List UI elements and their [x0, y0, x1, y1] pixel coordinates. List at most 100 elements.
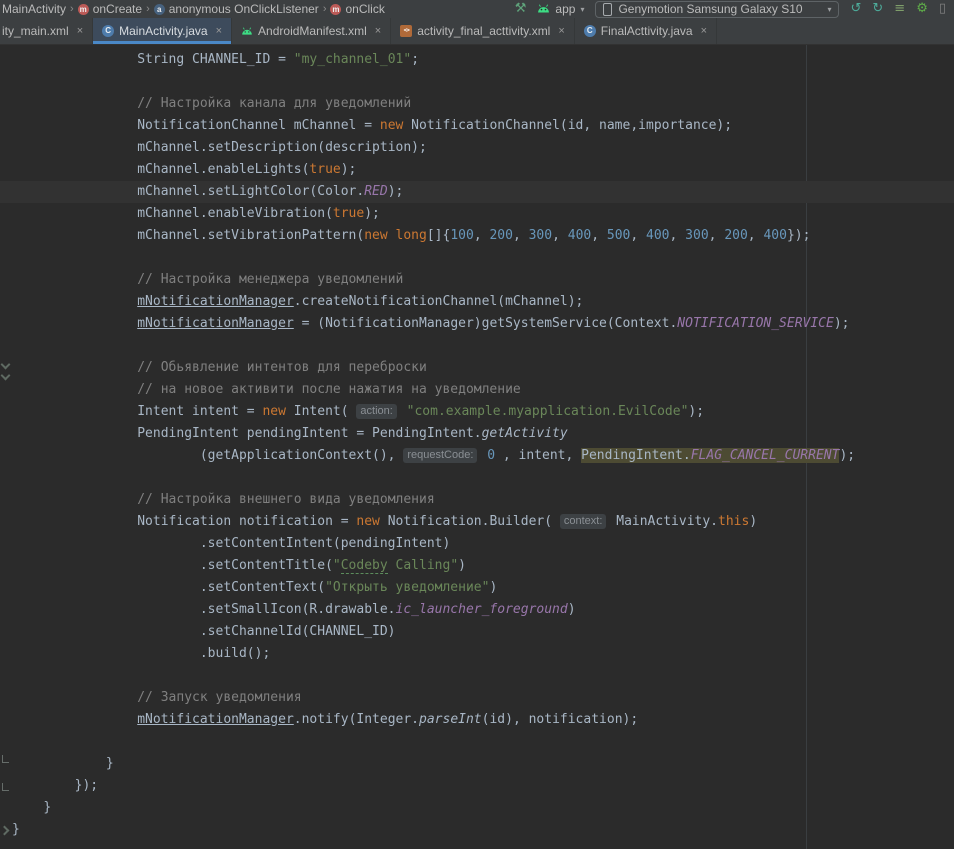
- code-line[interactable]: mChannel.setLightColor(Color.RED);: [0, 181, 954, 203]
- breadcrumb-label: onCreate: [93, 2, 142, 16]
- code-line[interactable]: // Обьявление интентов для переброски: [12, 357, 954, 379]
- code-line[interactable]: mNotificationManager.notify(Integer.pars…: [12, 709, 954, 731]
- apply-changes-icon[interactable]: ↺: [850, 1, 861, 17]
- code-line[interactable]: }: [12, 819, 954, 841]
- code-token: // Настройка канала для уведомлений: [137, 96, 411, 111]
- tab-label: AndroidManifest.xml: [258, 24, 367, 38]
- code-token: );: [364, 206, 380, 221]
- tab-close-icon[interactable]: ×: [216, 25, 222, 37]
- code-line[interactable]: .setSmallIcon(R.drawable.ic_launcher_for…: [12, 599, 954, 621]
- code-editor[interactable]: String CHANNEL_ID = "my_channel_01"; // …: [0, 45, 954, 849]
- code-line[interactable]: mChannel.enableVibration(true);: [12, 203, 954, 225]
- fold-marker-icon[interactable]: [2, 361, 9, 368]
- code-line[interactable]: });: [12, 775, 954, 797]
- code-line[interactable]: [12, 335, 954, 357]
- code-line[interactable]: }: [12, 753, 954, 775]
- code-token: // Запуск уведомления: [137, 690, 301, 705]
- code-area[interactable]: String CHANNEL_ID = "my_channel_01"; // …: [0, 45, 954, 841]
- code-line[interactable]: // Запуск уведомления: [12, 687, 954, 709]
- code-token: 500: [607, 228, 630, 243]
- breadcrumb-item-anonymous-onclicklistener[interactable]: aanonymous OnClickListener: [154, 2, 319, 16]
- code-token: true: [333, 206, 364, 221]
- code-token: );: [839, 448, 855, 463]
- code-line[interactable]: mNotificationManager.createNotificationC…: [12, 291, 954, 313]
- code-token: 200: [724, 228, 747, 243]
- code-token: .createNotificationChannel(mChannel);: [294, 294, 584, 309]
- code-line[interactable]: mChannel.enableLights(true);: [12, 159, 954, 181]
- profiler-icon[interactable]: ≡: [894, 1, 905, 17]
- navigation-bar: MainActivity›monCreate›aanonymous OnClic…: [0, 0, 954, 18]
- code-line[interactable]: }: [12, 797, 954, 819]
- code-line[interactable]: (getApplicationContext(), requestCode: 0…: [12, 445, 954, 467]
- code-line[interactable]: NotificationChannel mChannel = new Notif…: [12, 115, 954, 137]
- tab-androidmanifest-xml[interactable]: AndroidManifest.xml ×: [232, 18, 391, 44]
- code-line[interactable]: mChannel.setDescription(description);: [12, 137, 954, 159]
- code-line[interactable]: .setContentTitle("Codeby Calling"): [12, 555, 954, 577]
- code-token: (getApplicationContext(),: [200, 448, 404, 463]
- tab-activity-final-acttivity-xml[interactable]: <>activity_final_acttivity.xml×: [391, 18, 575, 44]
- code-token: mNotificationManager: [137, 294, 294, 309]
- code-token: mNotificationManager: [137, 712, 294, 727]
- build-hammer-icon[interactable]: ⚒: [515, 1, 527, 17]
- code-token: getActivity: [482, 426, 568, 441]
- code-line[interactable]: Intent intent = new Intent( action: "com…: [12, 401, 954, 423]
- code-line[interactable]: Notification notification = new Notifica…: [12, 511, 954, 533]
- code-token: });: [75, 778, 98, 793]
- code-token: ,: [552, 228, 568, 243]
- tab-close-icon[interactable]: ×: [701, 25, 707, 37]
- code-line[interactable]: .setContentText("Открыть уведомление"): [12, 577, 954, 599]
- run-config-dropdown[interactable]: app ▾: [537, 2, 584, 16]
- code-line[interactable]: .build();: [12, 643, 954, 665]
- indent: [12, 624, 200, 639]
- rerun-activity-icon[interactable]: ↻: [872, 1, 883, 17]
- code-line[interactable]: mNotificationManager = (NotificationMana…: [12, 313, 954, 335]
- code-token: );: [834, 316, 850, 331]
- code-token: ,: [748, 228, 764, 243]
- tab-ity-main-xml[interactable]: ity_main.xml×: [0, 18, 93, 44]
- tab-close-icon[interactable]: ×: [77, 25, 83, 37]
- code-line[interactable]: // Настройка канала для уведомлений: [12, 93, 954, 115]
- breadcrumb-item-mainactivity[interactable]: MainActivity: [2, 2, 66, 16]
- run-config-label: app: [555, 2, 575, 16]
- gear-icon[interactable]: ⚙: [916, 1, 928, 17]
- fold-marker-icon[interactable]: [2, 372, 9, 379]
- code-line[interactable]: String CHANNEL_ID = "my_channel_01";: [12, 49, 954, 71]
- code-token: [399, 404, 407, 419]
- code-line[interactable]: PendingIntent pendingIntent = PendingInt…: [12, 423, 954, 445]
- code-line[interactable]: // на новое активити после нажатия на ув…: [12, 379, 954, 401]
- method-icon: m: [330, 4, 341, 15]
- code-line[interactable]: // Настройка внешнего вида уведомления: [12, 489, 954, 511]
- code-line[interactable]: .setChannelId(CHANNEL_ID): [12, 621, 954, 643]
- device-explorer-icon[interactable]: ▯: [939, 1, 946, 17]
- code-line[interactable]: [12, 731, 954, 753]
- breadcrumb-item-oncreate[interactable]: monCreate: [78, 2, 142, 16]
- code-line[interactable]: [12, 665, 954, 687]
- code-line[interactable]: [12, 247, 954, 269]
- code-token: ;: [411, 52, 419, 67]
- fold-marker-icon[interactable]: [2, 755, 9, 763]
- code-line[interactable]: // Настройка менеджера уведомлений: [12, 269, 954, 291]
- device-dropdown[interactable]: Genymotion Samsung Galaxy S10 ▾: [595, 1, 839, 18]
- tab-close-icon[interactable]: ×: [375, 25, 381, 37]
- tab-close-icon[interactable]: ×: [558, 25, 564, 37]
- indent: [12, 294, 137, 309]
- editor-tab-bar: ity_main.xml×CMainActivity.java×AndroidM…: [0, 18, 954, 45]
- code-line[interactable]: .setContentIntent(pendingIntent): [12, 533, 954, 555]
- code-token: FLAG_CANCEL_CURRENT: [691, 448, 840, 463]
- code-line[interactable]: [12, 467, 954, 489]
- breadcrumb-item-onclick[interactable]: monClick: [330, 2, 384, 16]
- tab-mainactivity-java[interactable]: CMainActivity.java×: [93, 18, 232, 44]
- java-class-icon: C: [102, 25, 114, 37]
- fold-marker-icon[interactable]: [2, 783, 9, 791]
- tab-finalacttivity-java[interactable]: CFinalActtivity.java×: [575, 18, 717, 44]
- code-line[interactable]: mChannel.setVibrationPattern(new long[]{…: [12, 225, 954, 247]
- fold-marker-icon[interactable]: [1, 827, 8, 834]
- code-token: // Настройка менеджера уведомлений: [137, 272, 403, 287]
- android-studio-window: MainActivity›monCreate›aanonymous OnClic…: [0, 0, 954, 849]
- code-token: );: [341, 162, 357, 177]
- java-class-icon: C: [584, 25, 596, 37]
- code-token: new: [356, 514, 379, 529]
- code-token: Intent(: [286, 404, 356, 419]
- code-line[interactable]: [12, 71, 954, 93]
- code-token: RED: [364, 184, 387, 199]
